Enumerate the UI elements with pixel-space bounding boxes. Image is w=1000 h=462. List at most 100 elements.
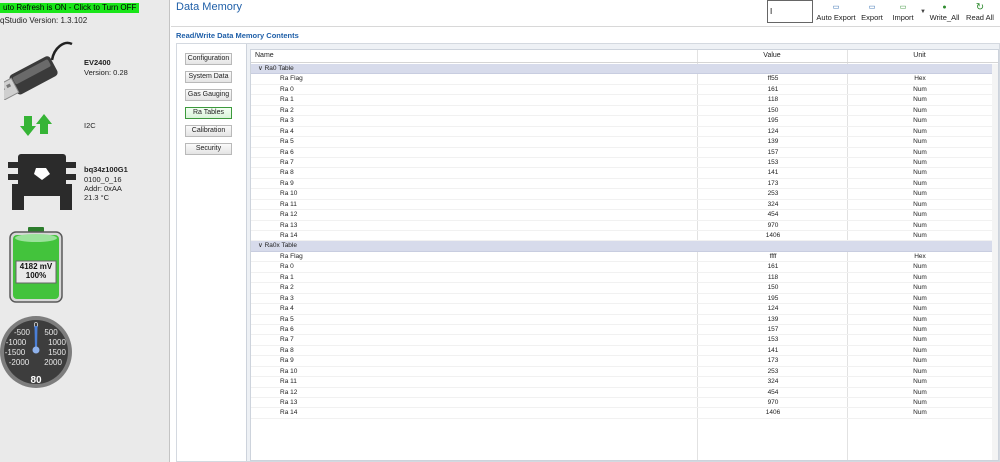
column-header-name[interactable]: Name bbox=[251, 50, 697, 63]
table-row[interactable]: Ra 1 118 Num bbox=[251, 95, 992, 106]
auto-refresh-toggle[interactable]: uto Refresh is ON - Click to Turn OFF bbox=[0, 3, 140, 13]
row-value[interactable]: 124 bbox=[698, 304, 848, 314]
row-name: Ra 14 bbox=[280, 232, 298, 239]
read-all-button[interactable]: ↻ Read All bbox=[963, 3, 997, 25]
nav-system-data[interactable]: System Data bbox=[185, 71, 232, 83]
table-row[interactable]: Ra 7 153 Num bbox=[251, 158, 992, 169]
row-value[interactable]: 118 bbox=[698, 95, 848, 105]
data-transfer-arrows-icon bbox=[20, 114, 52, 136]
import-button[interactable]: ▭ Import bbox=[889, 3, 917, 25]
row-value[interactable]: 139 bbox=[698, 137, 848, 147]
row-value[interactable]: 173 bbox=[698, 179, 848, 189]
table-row[interactable]: Ra 3 195 Num bbox=[251, 116, 992, 127]
gauge-tick-neg1000: -1000 bbox=[6, 338, 27, 347]
table-row[interactable]: Ra 0 161 Num bbox=[251, 85, 992, 96]
gauge-tick-500: 500 bbox=[44, 328, 58, 337]
chevron-down-icon[interactable]: ∨ bbox=[258, 65, 265, 72]
table-row[interactable]: Ra 7 153 Num bbox=[251, 335, 992, 346]
row-value[interactable]: 157 bbox=[698, 148, 848, 158]
table-row[interactable]: Ra 10 253 Num bbox=[251, 189, 992, 200]
row-value[interactable]: 139 bbox=[698, 315, 848, 325]
table-row[interactable]: Ra 8 141 Num bbox=[251, 346, 992, 357]
row-value[interactable]: 141 bbox=[698, 346, 848, 356]
table-row[interactable]: Ra 6 157 Num bbox=[251, 325, 992, 336]
table-row[interactable]: Ra 9 173 Num bbox=[251, 356, 992, 367]
table-row[interactable]: Ra 6 157 Num bbox=[251, 148, 992, 158]
row-unit: Num bbox=[913, 127, 927, 135]
row-unit: Num bbox=[913, 138, 927, 146]
chevron-down-icon[interactable]: ∨ bbox=[258, 242, 265, 249]
table-row[interactable]: Ra 10 253 Num bbox=[251, 367, 992, 378]
row-value[interactable]: 195 bbox=[698, 116, 848, 126]
nav-calibration[interactable]: Calibration bbox=[185, 125, 232, 137]
row-value[interactable]: 1406 bbox=[698, 231, 848, 241]
table-row[interactable]: Ra 11 324 Num bbox=[251, 200, 992, 211]
row-unit: Num bbox=[913, 85, 927, 93]
table-row[interactable]: Ra 2 150 Num bbox=[251, 106, 992, 117]
auto-export-button[interactable]: ▭ Auto Export bbox=[815, 3, 857, 25]
table-row[interactable]: Ra 9 173 Num bbox=[251, 179, 992, 190]
row-value[interactable]: 161 bbox=[698, 85, 848, 95]
row-unit: Num bbox=[913, 190, 927, 198]
nav-configuration[interactable]: Configuration bbox=[185, 53, 232, 65]
nav-ra-tables[interactable]: Ra Tables bbox=[185, 107, 232, 119]
table-row[interactable]: Ra 0 161 Num bbox=[251, 262, 992, 273]
search-input[interactable] bbox=[767, 0, 813, 23]
row-value[interactable]: 173 bbox=[698, 356, 848, 366]
table-row[interactable]: Ra 4 124 Num bbox=[251, 127, 992, 138]
row-value[interactable]: 153 bbox=[698, 335, 848, 345]
table-group-row[interactable]: ∨ Ra0x Table bbox=[251, 241, 992, 252]
row-value[interactable]: 141 bbox=[698, 168, 848, 178]
table-row[interactable]: Ra Flag ffff Hex bbox=[251, 252, 992, 263]
row-name: Ra 0 bbox=[280, 85, 294, 93]
row-value[interactable]: 1406 bbox=[698, 408, 848, 418]
column-header-unit[interactable]: Unit bbox=[847, 50, 992, 63]
row-name: Ra 10 bbox=[280, 190, 298, 198]
column-header-value[interactable]: Value bbox=[697, 50, 847, 63]
write-all-button[interactable]: ● Write_All bbox=[928, 3, 961, 25]
row-value[interactable]: 150 bbox=[698, 106, 848, 116]
table-row[interactable]: Ra 14 1406 Num bbox=[251, 231, 992, 242]
table-row[interactable]: Ra 5 139 Num bbox=[251, 315, 992, 325]
row-value[interactable]: 454 bbox=[698, 388, 848, 398]
table-row[interactable]: Ra 14 1406 Num bbox=[251, 408, 992, 419]
table-row[interactable]: Ra 13 970 Num bbox=[251, 398, 992, 409]
row-name: Ra 2 bbox=[280, 106, 294, 114]
import-dropdown-arrow-icon[interactable]: ▼ bbox=[920, 9, 926, 15]
row-value[interactable]: 970 bbox=[698, 221, 848, 231]
row-value[interactable]: 124 bbox=[698, 127, 848, 137]
row-value[interactable]: 253 bbox=[698, 367, 848, 377]
row-value[interactable]: 324 bbox=[698, 377, 848, 387]
table-row[interactable]: Ra 11 324 Num bbox=[251, 377, 992, 388]
row-value[interactable]: 150 bbox=[698, 283, 848, 293]
table-row[interactable]: Ra 8 141 Num bbox=[251, 168, 992, 179]
table-row[interactable]: Ra 1 118 Num bbox=[251, 273, 992, 284]
row-value[interactable]: 253 bbox=[698, 189, 848, 199]
vertical-scrollbar[interactable] bbox=[992, 64, 998, 460]
row-value[interactable]: 118 bbox=[698, 273, 848, 283]
nav-security[interactable]: Security bbox=[185, 143, 232, 155]
row-value[interactable]: 454 bbox=[698, 210, 848, 220]
table-group-row[interactable]: ∨ Ra0 Table bbox=[251, 64, 992, 75]
row-value[interactable]: 324 bbox=[698, 200, 848, 210]
table-row[interactable]: Ra 4 124 Num bbox=[251, 304, 992, 315]
row-value[interactable]: 161 bbox=[698, 262, 848, 272]
row-unit: Hex bbox=[914, 252, 926, 260]
table-row[interactable]: Ra 12 454 Num bbox=[251, 388, 992, 398]
table-row[interactable]: Ra Flag ff55 Hex bbox=[251, 74, 992, 85]
table-row[interactable]: Ra 13 970 Num bbox=[251, 221, 992, 231]
row-value[interactable]: ff55 bbox=[698, 74, 848, 84]
table-row[interactable]: Ra 2 150 Num bbox=[251, 283, 992, 294]
row-value[interactable]: 195 bbox=[698, 294, 848, 304]
row-value[interactable]: ffff bbox=[698, 252, 848, 262]
table-row[interactable]: Ra 12 454 Num bbox=[251, 210, 992, 221]
group-label: ∨ Ra0x Table bbox=[258, 241, 297, 251]
row-value[interactable]: 970 bbox=[698, 398, 848, 408]
export-button[interactable]: ▭ Export bbox=[859, 3, 885, 25]
row-name: Ra 10 bbox=[280, 367, 298, 375]
table-row[interactable]: Ra 5 139 Num bbox=[251, 137, 992, 148]
row-value[interactable]: 153 bbox=[698, 158, 848, 168]
nav-gas-gauging[interactable]: Gas Gauging bbox=[185, 89, 232, 101]
table-row[interactable]: Ra 3 195 Num bbox=[251, 294, 992, 305]
row-value[interactable]: 157 bbox=[698, 325, 848, 335]
